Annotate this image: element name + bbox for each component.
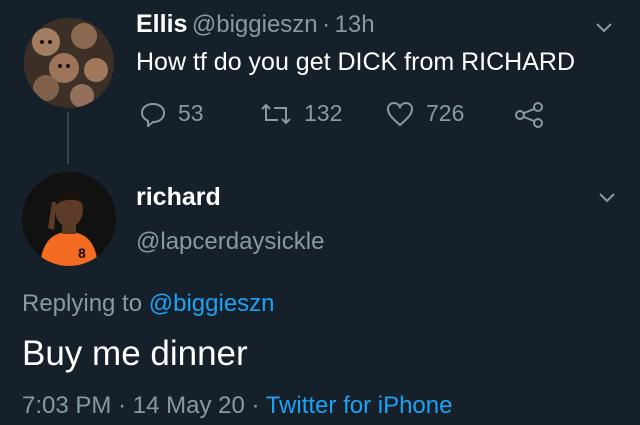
avatar-photo-image: 8	[22, 172, 116, 266]
like-count: 726	[426, 100, 465, 126]
avatar-richard[interactable]: 8	[22, 172, 116, 266]
tweet-text: How tf do you get DICK from RICHARD	[136, 48, 576, 76]
reply-author-handle[interactable]: @lapcerdaysickle	[136, 228, 324, 256]
avatar-collage-image	[24, 18, 114, 108]
svg-text:8: 8	[78, 245, 86, 261]
reply-source-link[interactable]: Twitter for iPhone	[266, 392, 453, 419]
replying-to-link[interactable]: @biggieszn	[149, 290, 275, 317]
reply-date[interactable]: 14 May 20	[133, 392, 245, 419]
separator-dot: ·	[118, 392, 127, 419]
chevron-down-icon[interactable]	[595, 22, 613, 34]
chevron-down-icon[interactable]	[598, 192, 616, 204]
reply-icon	[140, 102, 166, 127]
reply-meta-line: 7:03 PM · 14 May 20 · Twitter for iPhone	[22, 392, 452, 420]
author-handle[interactable]: @biggieszn	[192, 11, 318, 38]
separator-dot: ·	[322, 11, 331, 38]
thread-connector-line	[67, 112, 69, 164]
retweet-icon	[261, 103, 291, 124]
retweet-count: 132	[304, 100, 343, 126]
reply-time[interactable]: 7:03 PM	[22, 392, 111, 419]
avatar-ellis[interactable]	[24, 18, 114, 108]
reply-action[interactable]: 53	[140, 100, 204, 127]
reply-author-display-name[interactable]: richard	[136, 183, 221, 212]
tweet-time[interactable]: 13h	[335, 11, 375, 38]
replying-prefix: Replying to	[22, 290, 143, 317]
reply-count: 53	[178, 100, 204, 126]
like-action[interactable]: 726	[386, 100, 464, 127]
reply-text: Buy me dinner	[22, 334, 248, 373]
tweet-header: Ellis @biggieszn · 13h	[136, 10, 375, 39]
share-icon[interactable]	[514, 102, 544, 128]
author-display-name[interactable]: Ellis	[136, 10, 187, 38]
retweet-action[interactable]: 132	[260, 100, 342, 127]
like-icon	[386, 101, 414, 126]
separator-dot: ·	[251, 392, 260, 419]
replying-to-line: Replying to @biggieszn	[22, 290, 275, 318]
